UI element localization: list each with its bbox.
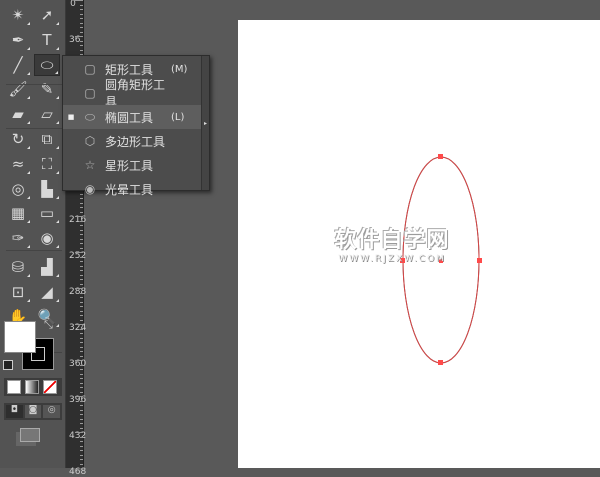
menu-item-label: 矩形工具	[105, 62, 154, 77]
menu-item-label: 多边形工具	[105, 134, 166, 149]
shape-tools-flyout: ▸ ▢ 矩形工具 (M) ▢ 圆角矩形工具 ■ ⬭ 椭圆工具 (L) ⬡ 多边形…	[62, 55, 210, 197]
watermark: 软件自学网 WWW.RJZXW.COM	[322, 222, 462, 264]
flare-icon: ◉	[84, 182, 96, 196]
menu-item-rounded-rectangle[interactable]: ▢ 圆角矩形工具	[63, 78, 201, 109]
anchor-point-top[interactable]	[438, 154, 443, 159]
fill-swatch[interactable]	[4, 321, 36, 353]
menu-item-polygon[interactable]: ⬡ 多边形工具	[63, 129, 201, 153]
active-bullet: ■	[67, 113, 75, 121]
menu-item-shortcut: (L)	[171, 111, 185, 123]
watermark-title: 软件自学网	[334, 228, 450, 253]
menu-item-flare[interactable]: ◉ 光晕工具	[63, 177, 201, 201]
ruler-label: 468	[69, 467, 87, 477]
flyout-tearoff[interactable]: ▸	[201, 56, 209, 190]
menu-item-label: 椭圆工具	[105, 110, 154, 125]
menu-item-ellipse[interactable]: ■ ⬭ 椭圆工具 (L)	[63, 105, 201, 129]
watermark-url: WWW.RJZXW.COM	[338, 254, 446, 264]
ellipse-icon: ⬭	[84, 109, 96, 124]
menu-item-label: 星形工具	[105, 158, 154, 173]
anchor-point-right[interactable]	[477, 258, 482, 263]
expand-icon: ▸	[203, 119, 207, 127]
menu-item-label: 光晕工具	[105, 182, 154, 197]
menu-item-star[interactable]: ☆ 星形工具	[63, 153, 201, 177]
rectangle-icon: ▢	[84, 62, 96, 76]
anchor-point-bottom[interactable]	[438, 360, 443, 365]
rounded-rectangle-icon: ▢	[84, 86, 96, 100]
menu-item-shortcut: (M)	[171, 63, 188, 75]
polygon-icon: ⬡	[84, 134, 96, 148]
star-icon: ☆	[84, 158, 96, 172]
